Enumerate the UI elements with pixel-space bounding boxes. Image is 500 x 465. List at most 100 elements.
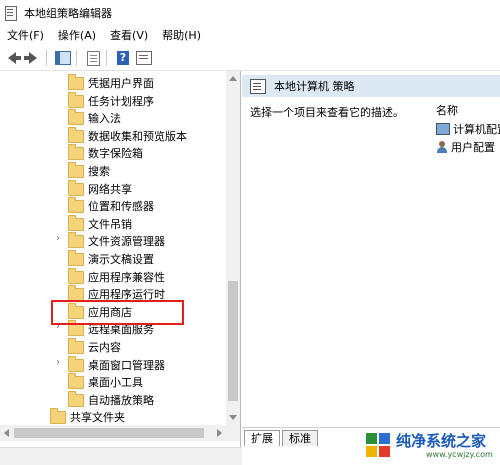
details-title: 本地计算机 策略 — [274, 80, 355, 93]
tree-item[interactable]: › 桌面窗口管理器 — [0, 355, 226, 373]
tree-item[interactable]: 文件吊销 — [0, 214, 226, 232]
tree-item-label: 位置和传感器 — [88, 200, 154, 214]
status-bar — [0, 447, 242, 465]
menu-help[interactable]: 帮助(H) — [155, 26, 208, 46]
list-item-user-config[interactable]: 用户配置 — [436, 139, 495, 155]
tree-item-label: 任务计划程序 — [88, 94, 154, 108]
folder-icon — [68, 126, 84, 143]
scroll-thumb[interactable] — [14, 428, 204, 438]
tree-item[interactable]: 输入法 — [0, 108, 226, 126]
tree-item[interactable]: 网络共享 — [0, 179, 226, 197]
group-policy-app-icon — [4, 6, 18, 21]
watermark-url: www.ycwjzy.com — [426, 449, 493, 459]
tree-item[interactable]: 云内容 — [0, 337, 226, 355]
folder-icon — [68, 267, 84, 284]
back-button[interactable] — [3, 49, 21, 67]
tree-item[interactable]: 搜索 — [0, 161, 226, 179]
tab-standard[interactable]: 标准 — [282, 430, 318, 446]
title-bar: 本地组策略编辑器 — [0, 0, 500, 26]
tree-item-label: 文件资源管理器 — [88, 235, 165, 249]
windows-logo-icon — [366, 433, 392, 459]
menu-view[interactable]: 查看(V) — [103, 26, 155, 46]
list-item-label: 计算机配置 — [453, 123, 500, 136]
column-header-name[interactable]: 名称 — [436, 102, 458, 118]
folder-icon — [68, 250, 84, 266]
toolbar: ? — [0, 46, 500, 71]
scroll-thumb[interactable] — [228, 281, 238, 401]
tree-item[interactable]: 位置和传感器 — [0, 196, 226, 214]
export-list-icon — [86, 50, 100, 66]
policy-document-icon — [250, 78, 266, 94]
toolbar-separator — [106, 50, 107, 66]
folder-icon — [68, 162, 84, 178]
tree-item-label: 输入法 — [88, 112, 121, 126]
tree-item[interactable]: 数字保险箱 — [0, 143, 226, 161]
tree-item[interactable]: › 文件资源管理器 — [0, 231, 226, 249]
policy-tree: 凭据用户界面 任务计划程序 输入法数据收集和预览版本 数字保险箱 搜索网络共享位置和传感… — [0, 71, 226, 425]
tree-item-label: 演示文稿设置 — [88, 253, 154, 266]
tree-item-label: 网络共享 — [88, 182, 132, 196]
tree-item[interactable]: 凭据用户界面 — [0, 73, 226, 91]
tree-item[interactable]: 演示文稿设置 — [0, 249, 226, 267]
folder-icon — [68, 232, 84, 249]
computer-icon — [436, 123, 450, 135]
folder-icon — [68, 390, 84, 407]
watermark: 纯净系统之家 www.ycwjzy.com — [366, 430, 498, 462]
list-item-label: 用户配置 — [451, 141, 495, 154]
toolbar-separator — [76, 50, 77, 66]
tree-item-label: 数据收集和预览版本 — [88, 129, 187, 143]
tree-item[interactable]: 数据收集和预览版本 — [0, 126, 226, 144]
properties-button[interactable] — [135, 49, 153, 67]
show-hide-tree-icon — [55, 51, 71, 65]
user-icon — [436, 141, 448, 153]
scroll-right-arrow-icon[interactable] — [217, 429, 222, 437]
tree-horizontal-scrollbar[interactable] — [0, 425, 240, 441]
tree-item[interactable]: 桌面小工具 — [0, 372, 226, 390]
tree-item[interactable]: 应用程序兼容性 — [0, 267, 226, 285]
scroll-left-arrow-icon[interactable] — [4, 429, 9, 437]
folder-icon — [68, 144, 84, 161]
help-button[interactable]: ? — [114, 49, 132, 67]
menu-action[interactable]: 操作(A) — [51, 26, 103, 46]
tree-item-label: 桌面窗口管理器 — [88, 358, 165, 372]
tab-extended[interactable]: 扩展 — [244, 430, 280, 446]
folder-icon — [68, 74, 84, 90]
folder-icon — [68, 373, 84, 390]
folder-icon — [68, 197, 84, 214]
forward-icon — [24, 52, 37, 64]
folder-icon — [50, 408, 66, 425]
folder-icon — [68, 355, 84, 372]
list-item-computer-config[interactable]: 计算机配置 — [436, 121, 500, 137]
forward-button[interactable] — [24, 49, 42, 67]
expand-chevron-icon[interactable]: › — [56, 357, 64, 367]
tree-item[interactable]: 共享文件夹 — [0, 407, 226, 425]
folder-icon — [68, 320, 84, 337]
scroll-up-arrow-icon[interactable] — [229, 76, 237, 81]
description-text: 选择一个项目来查看它的描述。 — [250, 106, 404, 119]
tree-item[interactable]: 任务计划程序 — [0, 91, 226, 109]
scroll-down-arrow-icon[interactable] — [229, 415, 237, 420]
back-icon — [8, 52, 21, 64]
show-hide-tree-button[interactable] — [54, 49, 72, 67]
folder-icon — [68, 179, 84, 196]
tree-item-label: 桌面小工具 — [88, 376, 143, 390]
menu-bar: 文件(F) 操作(A) 查看(V) 帮助(H) — [0, 26, 500, 46]
tree-item[interactable]: 自动播放策略 — [0, 390, 226, 408]
toolbar-separator — [46, 50, 47, 66]
expand-chevron-icon[interactable]: › — [56, 234, 64, 244]
details-header: 本地计算机 策略 — [242, 75, 500, 97]
window-title: 本地组策略编辑器 — [24, 7, 112, 20]
watermark-title: 纯净系统之家 — [396, 431, 487, 450]
menu-file[interactable]: 文件(F) — [0, 26, 51, 46]
properties-icon — [136, 51, 152, 65]
export-list-button[interactable] — [84, 49, 102, 67]
tree-item-label: 应用程序兼容性 — [88, 270, 165, 284]
help-icon: ? — [117, 51, 129, 65]
tree-item-label: 共享文件夹 — [70, 411, 125, 425]
tree-vertical-scrollbar[interactable] — [226, 71, 240, 425]
tree-item-label: 文件吊销 — [88, 217, 132, 231]
folder-icon — [68, 109, 84, 126]
tree-item-label: 凭据用户界面 — [88, 77, 154, 90]
tree-item-label: 自动播放策略 — [88, 393, 154, 407]
tree-item-label: 云内容 — [88, 341, 121, 354]
